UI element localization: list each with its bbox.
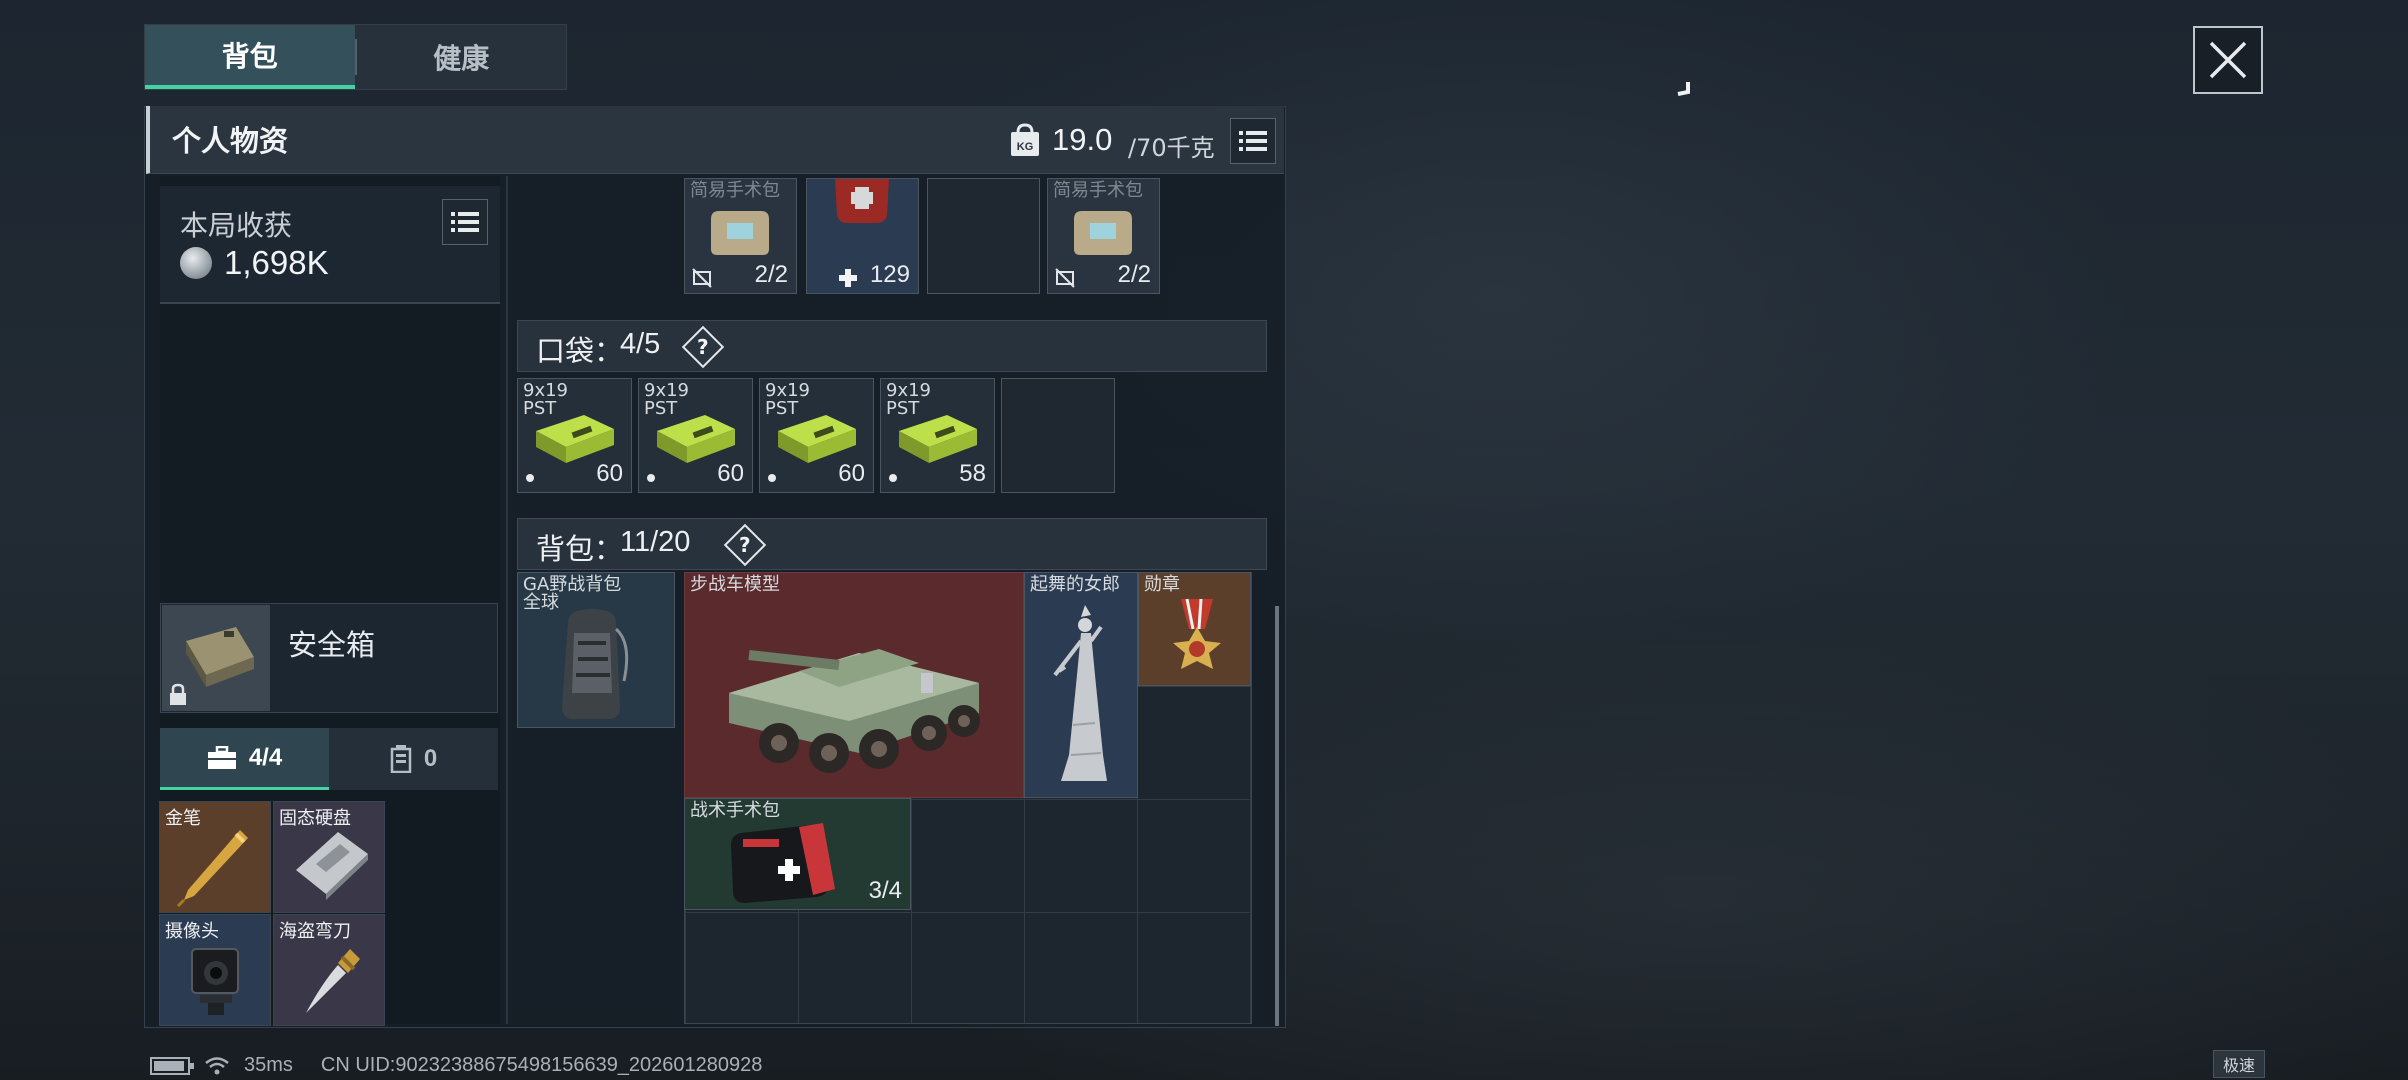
- item-count: 3/4: [868, 877, 902, 904]
- tab-health[interactable]: 健康: [357, 25, 567, 89]
- safe-box-label: 安全箱: [288, 628, 376, 662]
- inventory-scrollbar[interactable]: [1275, 606, 1279, 1026]
- item-label: 简易手术包: [1053, 180, 1143, 201]
- case-item-ssd[interactable]: 固态硬盘: [273, 801, 385, 913]
- subtab-case-count: 4/4: [248, 743, 283, 771]
- ammo-box-icon: [536, 415, 614, 463]
- pocket-slot-empty[interactable]: [1001, 378, 1115, 493]
- backpack-count: 11/20: [620, 526, 691, 558]
- harvest-value: 1,698K: [224, 244, 329, 281]
- panel-menu-button[interactable]: [1230, 118, 1276, 164]
- item-label: 摄像头: [165, 921, 219, 942]
- backpack-item-dancing-lady[interactable]: 起舞的女郎: [1024, 572, 1138, 798]
- item-count: 2/2: [754, 261, 788, 288]
- tactical-backpack-icon: [562, 609, 629, 719]
- ammo-dot-icon: [647, 474, 655, 482]
- item-label: 简易手术包: [690, 180, 780, 201]
- backpack-item-medal[interactable]: 勋章: [1138, 572, 1251, 686]
- panel-header: [146, 106, 1284, 174]
- lock-icon: [170, 683, 186, 705]
- backpack-item-tactical-surgery-kit[interactable]: 战术手术包 3/4: [684, 798, 911, 910]
- help-icon: ?: [697, 334, 709, 359]
- gold-pen-icon: [176, 830, 248, 908]
- ammo-dot-icon: [768, 474, 776, 482]
- pocket-slot-4[interactable]: 9x19 PST 58: [880, 378, 995, 493]
- backpack-title: 背包：: [536, 532, 624, 566]
- tab-backpack[interactable]: 背包: [145, 25, 355, 89]
- ping-value: 35ms: [244, 1054, 293, 1076]
- statue-icon: [1053, 605, 1107, 781]
- battery-icon: [150, 1056, 194, 1075]
- slot-medkit-129[interactable]: 129: [806, 178, 919, 294]
- weight-max: /70千克: [1128, 134, 1215, 162]
- harvest-menu-button[interactable]: [442, 199, 488, 245]
- close-icon: [2209, 41, 2247, 79]
- coin-icon: [180, 247, 212, 279]
- briefcase-icon: [207, 745, 236, 769]
- ammo-box-icon: [657, 415, 735, 463]
- slot-empty[interactable]: [927, 178, 1040, 294]
- ammo-box-icon: [778, 415, 856, 463]
- status-footer: 35ms CN UID:9023238867549815663​9_202601…: [150, 1054, 762, 1077]
- plus-icon: [839, 269, 857, 287]
- pocket-slot-3[interactable]: 9x19 PST 60: [759, 378, 874, 493]
- ifv-model-icon: [729, 649, 980, 773]
- backpack-item-ifv-model[interactable]: 步战车模型: [684, 572, 1024, 798]
- item-label: 勋章: [1144, 574, 1180, 595]
- camera-icon: [191, 948, 239, 1015]
- list-icon: [1239, 131, 1267, 151]
- weight-value: 19.0: [1052, 122, 1113, 157]
- item-count: 60: [717, 460, 744, 487]
- ammo-dot-icon: [526, 474, 534, 482]
- ssd-icon: [296, 832, 368, 900]
- slot-simple-surgery-kit-1[interactable]: 简易手术包 2/2: [684, 178, 797, 294]
- pocket-slot-2[interactable]: 9x19 PST 60: [638, 378, 753, 493]
- pocket-title: 口袋：: [536, 334, 624, 368]
- svg-text:KG: KG: [1017, 141, 1034, 153]
- item-count: 58: [959, 460, 986, 487]
- case-item-pirate-cutlass[interactable]: 海盗弯刀: [273, 914, 385, 1026]
- case-item-gold-pen[interactable]: 金笔: [159, 801, 271, 913]
- subtab-case-items[interactable]: 4/4: [160, 728, 329, 790]
- weight-icon: KG: [1011, 123, 1039, 156]
- harvest-label: 本局收获: [180, 209, 293, 242]
- surgery-kit-icon: [1074, 211, 1132, 255]
- subtab-canister-count: 0: [423, 745, 438, 772]
- close-button[interactable]: [2193, 26, 2263, 94]
- top-tab-bar: 背包 健康: [144, 24, 567, 90]
- surgery-kit-icon: [711, 211, 769, 255]
- item-label: 起舞的女郎: [1030, 574, 1120, 595]
- uid-text: CN UID:9023238867549815663​9_20260128092…: [320, 1054, 763, 1076]
- item-count: 60: [596, 460, 623, 487]
- canister-icon: [390, 745, 412, 773]
- item-label: 步战车模型: [690, 574, 780, 595]
- tactical-medkit-icon: [731, 823, 835, 903]
- case-item-camera[interactable]: 摄像头: [159, 914, 271, 1026]
- equipped-backpack-slot[interactable]: GA野战背包 全球: [517, 572, 675, 728]
- medal-icon: [1173, 598, 1221, 669]
- item-count: 2/2: [1117, 261, 1151, 288]
- cutlass-icon: [306, 949, 360, 1013]
- ammo-dot-icon: [889, 474, 897, 482]
- item-count: 60: [838, 460, 865, 487]
- slot-simple-surgery-kit-2[interactable]: 简易手术包 2/2: [1047, 178, 1160, 294]
- no-repair-icon: [1055, 268, 1075, 288]
- wifi-icon: [205, 1056, 229, 1074]
- no-repair-icon: [692, 268, 712, 288]
- case-subtabs: 4/4 0: [160, 728, 498, 790]
- subtab-canister[interactable]: 0: [329, 728, 498, 790]
- column-divider: [506, 176, 508, 1024]
- cursor-icon: [1677, 82, 1690, 96]
- medkit-icon: [835, 179, 889, 223]
- speed-mode-badge[interactable]: 极速: [2213, 1050, 2265, 1078]
- list-icon: [451, 212, 479, 232]
- safe-box-thumbnail: [162, 605, 270, 711]
- help-icon: ?: [739, 532, 751, 557]
- panel-title: 个人物资: [172, 124, 289, 158]
- pocket-count: 4/5: [620, 328, 661, 360]
- pocket-slot-1[interactable]: 9x19 PST 60: [517, 378, 632, 493]
- ammo-box-icon: [899, 415, 977, 463]
- item-count: 129: [869, 261, 910, 288]
